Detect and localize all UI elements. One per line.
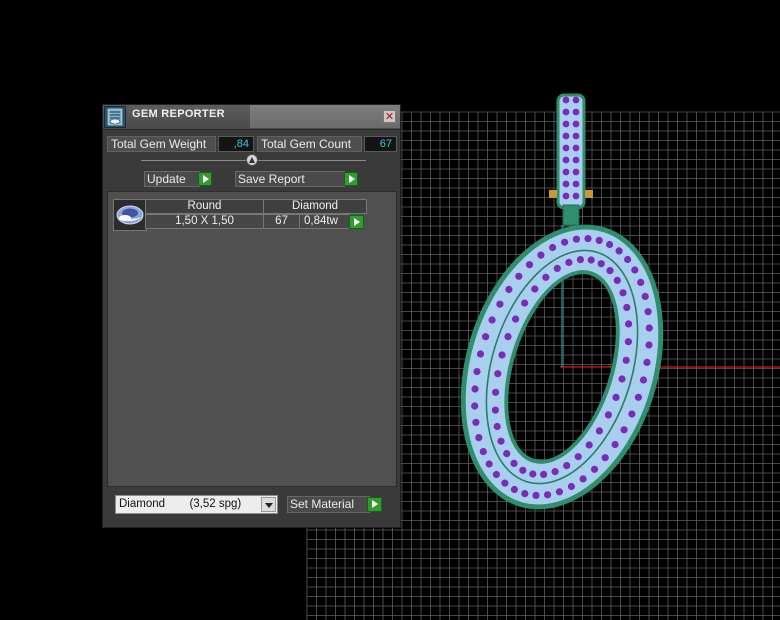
save-report-button-label: Save Report bbox=[238, 172, 305, 186]
set-material-button[interactable]: Set Material bbox=[287, 496, 370, 513]
material-select[interactable]: Diamond (3,52 spg) bbox=[115, 495, 278, 514]
gem-row-play-icon[interactable] bbox=[349, 215, 364, 229]
total-gem-count-label: Total Gem Count bbox=[257, 136, 362, 152]
gem-size-cell: 1,50 X 1,50 bbox=[145, 214, 264, 229]
total-gem-weight-value: ,84 bbox=[218, 136, 254, 152]
title-bar[interactable]: GEM REPORTER ✕ bbox=[103, 105, 400, 130]
total-gem-count-value: 67 bbox=[364, 136, 397, 152]
gem-cut-header: Round bbox=[145, 199, 264, 214]
gem-reporter-icon bbox=[104, 106, 126, 128]
collapse-toggle-icon[interactable]: ▲ bbox=[246, 154, 258, 166]
save-report-play-icon[interactable] bbox=[344, 172, 358, 186]
update-button[interactable]: Update bbox=[144, 171, 200, 187]
round-gem-icon[interactable] bbox=[113, 199, 147, 231]
gem-list[interactable]: Round Diamond 1,50 X 1,50 67 0,84tw bbox=[107, 191, 397, 487]
bail-pin-left bbox=[549, 190, 557, 198]
title-bar-drag-area[interactable] bbox=[250, 105, 400, 128]
chevron-down-icon[interactable] bbox=[261, 497, 276, 512]
total-gem-weight-label: Total Gem Weight bbox=[107, 136, 216, 152]
gem-weight-cell: 0,84tw bbox=[299, 214, 350, 229]
set-material-play-icon[interactable] bbox=[367, 497, 382, 512]
update-play-icon[interactable] bbox=[198, 172, 212, 186]
set-material-button-label: Set Material bbox=[290, 497, 355, 511]
gem-reporter-panel: GEM REPORTER ✕ Total Gem Weight ,84 Tota… bbox=[102, 104, 401, 528]
close-icon[interactable]: ✕ bbox=[383, 110, 396, 123]
bail-pin-right bbox=[585, 190, 593, 198]
material-select-name: Diamond bbox=[119, 498, 166, 510]
bail-body bbox=[556, 93, 586, 210]
save-report-button[interactable]: Save Report bbox=[235, 171, 345, 187]
panel-title: GEM REPORTER bbox=[132, 108, 225, 120]
update-button-label: Update bbox=[147, 172, 186, 186]
material-select-spg: (3,52 spg) bbox=[189, 498, 242, 510]
bail-link bbox=[562, 204, 580, 226]
gem-count-cell: 67 bbox=[263, 214, 300, 229]
gem-material-header: Diamond bbox=[263, 199, 367, 214]
